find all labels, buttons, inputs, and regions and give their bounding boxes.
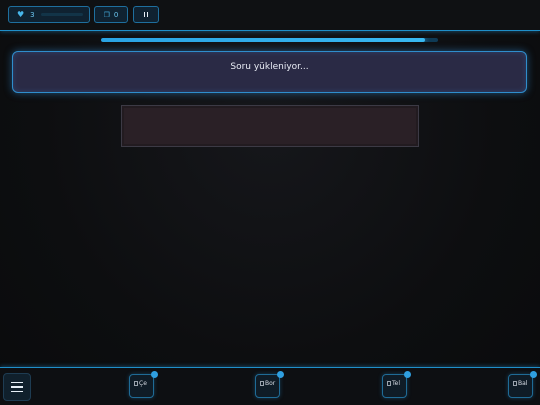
hints-count: 0 bbox=[113, 10, 119, 19]
question-text: Soru yükleniyor... bbox=[230, 62, 309, 72]
broken-image-icon bbox=[134, 381, 138, 386]
answer-area[interactable] bbox=[121, 105, 419, 147]
pause-icon bbox=[143, 12, 149, 17]
lives-count: 3 bbox=[30, 10, 35, 19]
game-screen: ♥ 3 ❐ 0 Soru yükleniyor... Çe Bor Tel Ba… bbox=[0, 0, 540, 405]
broken-image-icon bbox=[260, 381, 264, 386]
lives-bar bbox=[40, 13, 83, 16]
slot-badge bbox=[404, 371, 411, 378]
broken-image: Tel bbox=[387, 380, 400, 387]
hamburger-menu-icon bbox=[11, 381, 23, 393]
powerup-slot-3[interactable]: Tel bbox=[382, 371, 411, 398]
top-hud-bar: ♥ 3 ❐ 0 bbox=[0, 0, 540, 31]
slot-badge bbox=[530, 371, 537, 378]
slot-badge bbox=[277, 371, 284, 378]
broken-image-icon bbox=[513, 381, 517, 386]
question-progress-bar bbox=[101, 38, 438, 42]
menu-button[interactable] bbox=[3, 373, 31, 401]
slot-badge bbox=[151, 371, 158, 378]
powerup-slot-1[interactable]: Çe bbox=[129, 371, 158, 398]
question-card: Soru yükleniyor... bbox=[12, 51, 527, 93]
slot-alt-text: Bal bbox=[518, 380, 528, 387]
broken-image: Bor bbox=[260, 380, 275, 387]
progress-fill bbox=[101, 38, 425, 42]
bottom-toolbar: Çe Bor Tel Bal bbox=[0, 367, 540, 405]
slot-alt-text: Tel bbox=[392, 380, 401, 387]
hints-button[interactable]: ❐ 0 bbox=[94, 6, 128, 23]
slot-alt-text: Çe bbox=[139, 380, 147, 387]
heart-icon: ♥ bbox=[17, 10, 25, 19]
broken-image: Çe bbox=[134, 380, 147, 387]
powerup-slot-4[interactable]: Bal bbox=[508, 371, 537, 398]
slot-alt-text: Bor bbox=[265, 380, 276, 387]
broken-image: Bal bbox=[513, 380, 527, 387]
pause-button[interactable] bbox=[133, 6, 159, 23]
cards-icon: ❐ bbox=[103, 10, 110, 19]
lives-indicator: ♥ 3 bbox=[8, 6, 90, 23]
powerup-slot-2[interactable]: Bor bbox=[255, 371, 284, 398]
broken-image-icon bbox=[387, 381, 391, 386]
